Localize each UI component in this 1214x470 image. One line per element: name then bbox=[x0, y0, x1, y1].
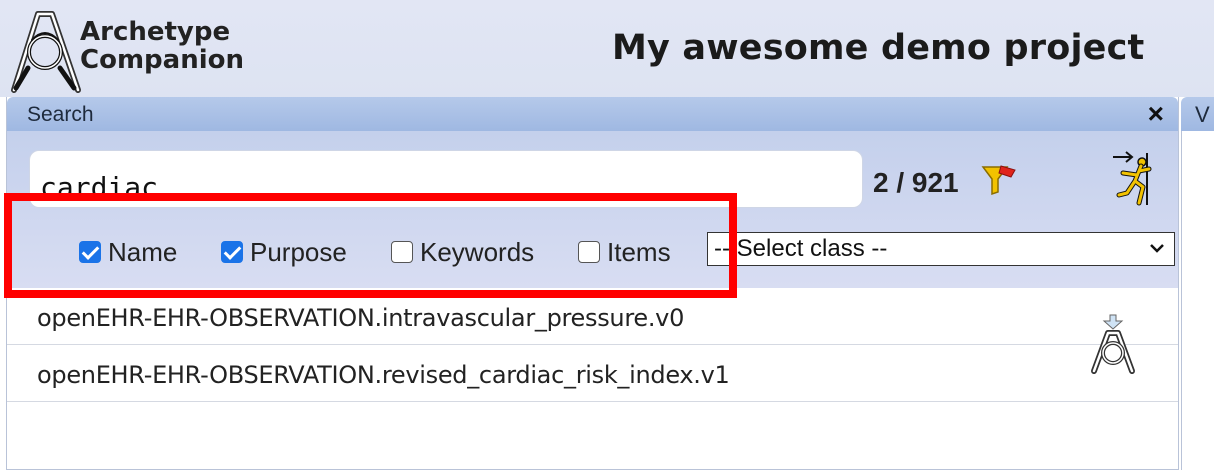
right-panel bbox=[1181, 131, 1214, 470]
option-purpose-label: Purpose bbox=[250, 236, 347, 267]
option-keywords-label: Keywords bbox=[420, 236, 535, 267]
class-select-value: -- Select class -- bbox=[714, 235, 888, 262]
tab-v[interactable]: V bbox=[1181, 97, 1214, 131]
search-panel-titlebar: Search × bbox=[7, 97, 1178, 131]
project-title: My awesome demo project bbox=[612, 28, 1145, 68]
filter-icon[interactable] bbox=[981, 164, 1017, 196]
chevron-down-icon bbox=[1150, 244, 1164, 253]
close-icon[interactable]: × bbox=[1148, 99, 1164, 129]
option-items-label: Items bbox=[607, 236, 671, 267]
option-keywords[interactable]: Keywords bbox=[391, 237, 534, 267]
option-name[interactable]: Name bbox=[79, 237, 177, 267]
list-item[interactable]: openEHR-EHR-OBSERVATION.intravascular_pr… bbox=[7, 288, 1178, 345]
search-panel: Search × 2 / 921 Name Purpose Keyword bbox=[6, 97, 1179, 470]
keywords-checkbox[interactable] bbox=[391, 241, 413, 263]
result-count: 2 / 921 bbox=[873, 167, 959, 198]
logo-line1: Archetype bbox=[80, 17, 231, 47]
purpose-checkbox[interactable] bbox=[221, 241, 243, 263]
result-label: openEHR-EHR-OBSERVATION.revised_cardiac_… bbox=[37, 361, 730, 389]
name-checkbox[interactable] bbox=[79, 241, 101, 263]
import-archetype-icon[interactable] bbox=[1084, 313, 1142, 375]
list-item[interactable]: openEHR-EHR-OBSERVATION.revised_cardiac_… bbox=[7, 345, 1178, 402]
logo-line2: Companion bbox=[80, 45, 244, 75]
results-list: openEHR-EHR-OBSERVATION.intravascular_pr… bbox=[7, 288, 1178, 402]
tab-v-label: V bbox=[1195, 102, 1210, 127]
export-icon[interactable] bbox=[1109, 147, 1159, 209]
archetype-logo-icon bbox=[11, 11, 81, 93]
class-select[interactable]: -- Select class -- bbox=[707, 232, 1175, 266]
result-label: openEHR-EHR-OBSERVATION.intravascular_pr… bbox=[37, 304, 685, 332]
option-items[interactable]: Items bbox=[578, 237, 671, 267]
search-panel-title: Search bbox=[27, 103, 94, 126]
items-checkbox[interactable] bbox=[578, 241, 600, 263]
app-header: Archetype Companion My awesome demo proj… bbox=[0, 0, 1214, 97]
option-purpose[interactable]: Purpose bbox=[221, 237, 347, 267]
search-input[interactable] bbox=[29, 150, 863, 208]
app-logo-text: Archetype Companion bbox=[80, 18, 244, 74]
option-name-label: Name bbox=[108, 236, 178, 267]
search-controls: 2 / 921 Name Purpose Keywords Item bbox=[7, 131, 1178, 288]
